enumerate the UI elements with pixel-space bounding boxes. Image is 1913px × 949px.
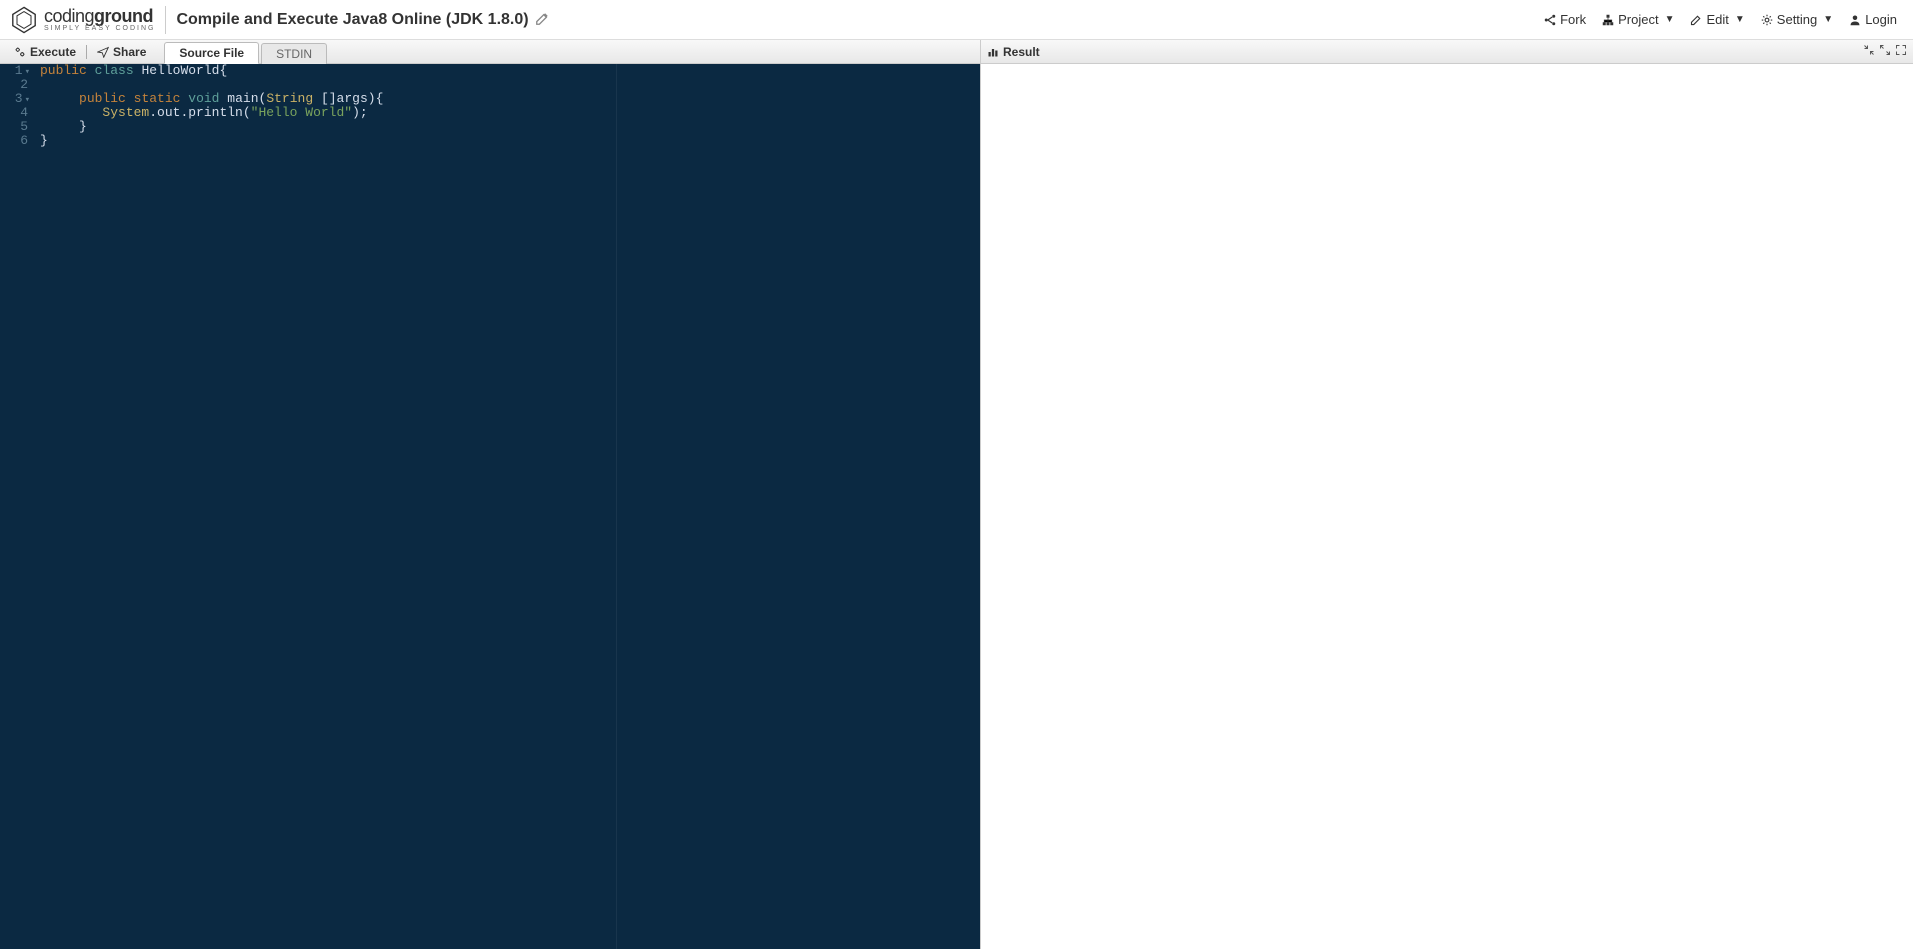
user-icon [1849, 14, 1861, 26]
editor-tabs: Source File STDIN [164, 40, 329, 63]
editor-toolbar: Execute Share Source File STDIN [0, 40, 980, 64]
fork-button[interactable]: Fork [1538, 8, 1592, 31]
code-token: public [79, 91, 126, 106]
project-button[interactable]: Project ▼ [1596, 8, 1680, 31]
fork-label: Fork [1560, 12, 1586, 27]
code-token [40, 105, 102, 120]
execute-label: Execute [30, 45, 76, 59]
code-token: } [79, 119, 87, 134]
code-token [40, 91, 79, 106]
fork-icon [1544, 14, 1556, 26]
result-controls [1863, 44, 1907, 59]
line-number: 5 [20, 119, 28, 134]
send-icon [97, 46, 109, 58]
sitemap-icon [1602, 14, 1614, 26]
code-token [40, 119, 79, 134]
project-label: Project [1618, 12, 1658, 27]
code-area[interactable]: public class HelloWorld{ public static v… [36, 64, 980, 949]
line-number: 2 [20, 77, 28, 92]
result-output[interactable] [981, 64, 1913, 949]
toolbar-separator [86, 45, 87, 59]
line-number: 6 [20, 133, 28, 148]
code-token: { [376, 91, 384, 106]
code-token: String [266, 91, 313, 106]
code-token: } [40, 133, 48, 148]
line-number: 1 [15, 64, 23, 78]
code-token: HelloWorld [141, 64, 219, 78]
collapse-icon[interactable] [1863, 44, 1875, 59]
logo-main-ground: ground [94, 6, 153, 26]
code-token: void [188, 91, 219, 106]
edit-title-icon[interactable] [535, 11, 549, 29]
tab-source-label: Source File [179, 46, 244, 60]
execute-button[interactable]: Execute [6, 40, 84, 63]
code-editor[interactable]: 1▾ 2 3▾ 4 5 6 public class HelloWorld{ p… [0, 64, 980, 949]
code-token: System [102, 105, 149, 120]
bars-icon [987, 46, 999, 58]
line-number: 4 [20, 105, 28, 120]
code-token: { [219, 64, 227, 78]
result-toolbar: Result [981, 40, 1913, 64]
header-left: codingground SIMPLY EASY CODING Compile … [10, 6, 549, 34]
edit-icon [1690, 14, 1702, 26]
fold-marker-icon[interactable]: ▾ [25, 67, 30, 77]
login-label: Login [1865, 12, 1897, 27]
print-margin-line [616, 64, 617, 949]
tab-stdin[interactable]: STDIN [261, 43, 327, 64]
gear-icon [1761, 14, 1773, 26]
logo-main-coding: coding [44, 6, 94, 26]
chevron-down-icon: ▼ [1665, 14, 1675, 25]
main-area: Execute Share Source File STDIN 1▾ 2 3▾ [0, 40, 1913, 949]
setting-label: Setting [1777, 12, 1817, 27]
login-button[interactable]: Login [1843, 8, 1903, 31]
code-token: .out.println( [149, 105, 250, 120]
setting-button[interactable]: Setting ▼ [1755, 8, 1839, 31]
result-label-text: Result [1003, 45, 1040, 59]
edit-button[interactable]: Edit ▼ [1684, 8, 1750, 31]
edit-label: Edit [1706, 12, 1728, 27]
logo-subtitle: SIMPLY EASY CODING [44, 25, 155, 32]
code-token: ); [352, 105, 368, 120]
fullscreen-icon[interactable] [1895, 44, 1907, 59]
page-title: Compile and Execute Java8 Online (JDK 1.… [176, 11, 548, 29]
logo[interactable]: codingground SIMPLY EASY CODING [10, 6, 166, 34]
line-number: 3 [15, 91, 23, 106]
cogs-icon [14, 46, 26, 58]
code-token: main [227, 91, 258, 106]
logo-icon [10, 6, 38, 34]
tab-stdin-label: STDIN [276, 47, 312, 61]
code-token: ) [368, 91, 376, 106]
header-right: Fork Project ▼ Edit ▼ Setting ▼ Login [1538, 8, 1903, 31]
chevron-down-icon: ▼ [1735, 14, 1745, 25]
code-token: class [95, 64, 134, 78]
page-title-text: Compile and Execute Java8 Online (JDK 1.… [176, 11, 528, 29]
tab-source-file[interactable]: Source File [164, 42, 259, 64]
result-panel: Result [981, 40, 1913, 949]
line-gutter: 1▾ 2 3▾ 4 5 6 [0, 64, 36, 949]
share-label: Share [113, 45, 146, 59]
result-title: Result [987, 45, 1040, 59]
fold-marker-icon[interactable]: ▾ [25, 95, 30, 105]
editor-panel: Execute Share Source File STDIN 1▾ 2 3▾ [0, 40, 981, 949]
top-header: codingground SIMPLY EASY CODING Compile … [0, 0, 1913, 40]
code-token: public [40, 64, 87, 78]
expand-icon[interactable] [1879, 44, 1891, 59]
share-button[interactable]: Share [89, 40, 154, 63]
code-token: []args [313, 91, 368, 106]
code-token: static [134, 91, 181, 106]
logo-text: codingground SIMPLY EASY CODING [44, 7, 155, 32]
code-token: "Hello World" [251, 105, 352, 120]
chevron-down-icon: ▼ [1823, 14, 1833, 25]
